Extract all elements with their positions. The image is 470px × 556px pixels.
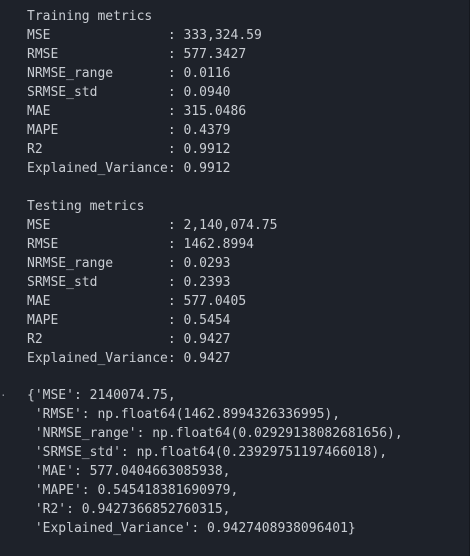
testing-metric-line: NRMSE_range : 0.0293 xyxy=(27,256,231,271)
training-metric-line: MAE : 315.0486 xyxy=(27,104,247,119)
testing-metric-line: MAPE : 0.5454 xyxy=(27,313,231,328)
execute-result-output: {'MSE': 2140074.75, 'RMSE': np.float64(1… xyxy=(27,386,403,538)
training-metric-line: Explained_Variance: 0.9912 xyxy=(27,161,231,176)
result-dict-line: 'MAE': 577.0404663085938, xyxy=(27,464,231,479)
result-dict-line: 'SRMSE_std': np.float64(0.23929751197466… xyxy=(27,445,388,460)
result-dict-line: 'RMSE': np.float64(1462.8994326336995), xyxy=(27,407,341,422)
testing-metrics-title: Testing metrics xyxy=(27,199,145,214)
cell-output-area: Training metrics MSE : 333,324.59 RMSE :… xyxy=(0,0,470,556)
result-dict-line: 'R2': 0.9427366852760315, xyxy=(27,502,231,517)
output-prompt-marker: · xyxy=(0,389,7,402)
stdout-stream: Training metrics MSE : 333,324.59 RMSE :… xyxy=(27,7,277,368)
testing-metric-line: SRMSE_std : 0.2393 xyxy=(27,275,231,290)
training-metric-line: MAPE : 0.4379 xyxy=(27,123,231,138)
testing-metric-line: MSE : 2,140,074.75 xyxy=(27,218,278,233)
result-dict-line: 'MAPE': 0.545418381690979, xyxy=(27,483,239,498)
testing-metric-line: RMSE : 1462.8994 xyxy=(27,237,254,252)
training-metric-line: NRMSE_range : 0.0116 xyxy=(27,66,231,81)
training-metrics-title: Training metrics xyxy=(27,9,153,24)
result-dict-line: {'MSE': 2140074.75, xyxy=(27,388,176,403)
training-metric-line: MSE : 333,324.59 xyxy=(27,28,262,43)
training-metric-line: RMSE : 577.3427 xyxy=(27,47,247,62)
training-metric-line: R2 : 0.9912 xyxy=(27,142,231,157)
testing-metric-line: MAE : 577.0405 xyxy=(27,294,247,309)
testing-metric-line: R2 : 0.9427 xyxy=(27,332,231,347)
training-metric-line: SRMSE_std : 0.0940 xyxy=(27,85,231,100)
result-dict-line: 'Explained_Variance': 0.9427408938096401… xyxy=(27,521,356,536)
testing-metric-line: Explained_Variance: 0.9427 xyxy=(27,351,231,366)
result-dict-line: 'NRMSE_range': np.float64(0.029291380826… xyxy=(27,426,403,441)
